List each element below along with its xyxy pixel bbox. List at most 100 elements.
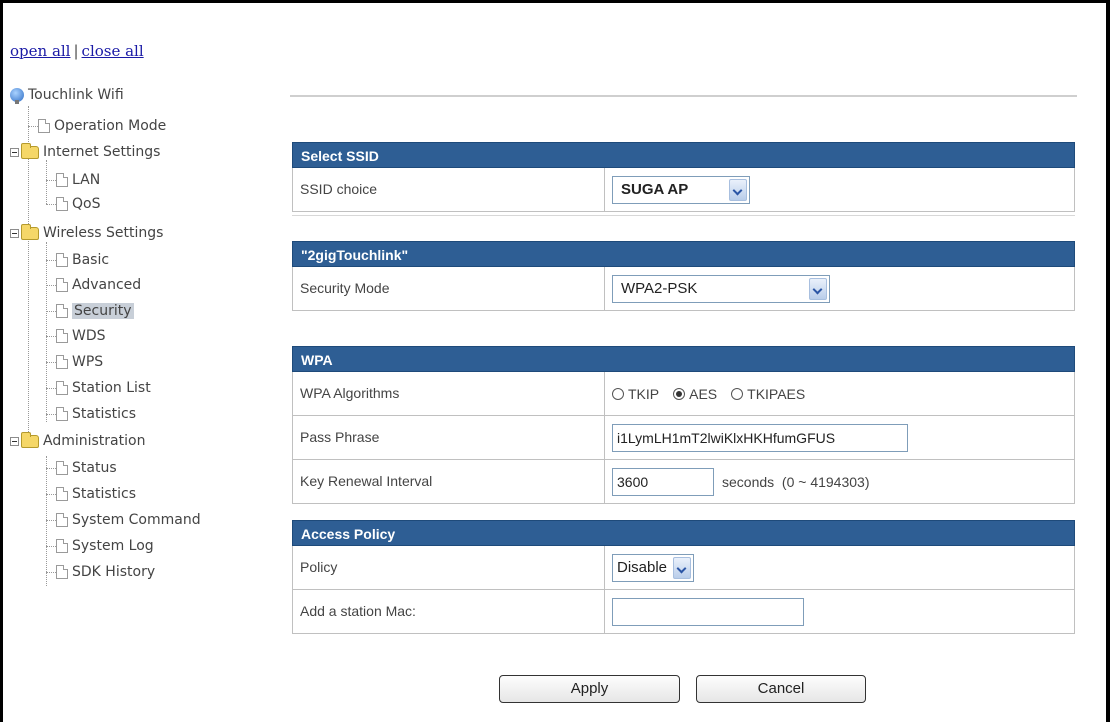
tree-item-system-log[interactable]: System Log (56, 537, 154, 555)
chevron-down-icon[interactable] (729, 178, 747, 201)
key-renewal-hint: seconds (0 ~ 4194303) (722, 473, 870, 490)
collapse-icon[interactable] (10, 147, 19, 157)
tree-item-admin-statistics[interactable]: Statistics (56, 485, 136, 503)
tree-item-lan[interactable]: LAN (56, 171, 100, 189)
navigation-tree: Touchlink Wifi Operation Mode Internet S… (10, 84, 270, 604)
wpa-algorithms-row: WPA Algorithms TKIP AES TKIPAES (292, 372, 1075, 416)
apply-button[interactable]: Apply (499, 675, 680, 703)
policy-cell: Disable (605, 546, 1074, 589)
divider (292, 215, 1075, 216)
radio-tkipaes[interactable]: TKIPAES (731, 386, 805, 402)
radio-circle-checked[interactable] (673, 387, 686, 400)
security-mode-section: "2gigTouchlink" Security Mode WPA2-PSK (292, 241, 1075, 311)
pass-phrase-row: Pass Phrase i1LymLH1mT2lwiKlxHKHfumGFUS (292, 416, 1075, 460)
close-all-link[interactable]: close all (82, 42, 144, 60)
page-icon (56, 565, 68, 579)
pass-phrase-label: Pass Phrase (293, 416, 605, 459)
chevron-down-icon[interactable] (809, 277, 827, 300)
window-frame-left (0, 0, 3, 722)
folder-open-icon (21, 431, 39, 448)
page-icon (56, 461, 68, 475)
page-icon (56, 355, 68, 369)
tree-item-wireless-statistics[interactable]: Statistics (56, 405, 136, 423)
tree-line (46, 242, 47, 422)
page-icon (38, 119, 50, 133)
policy-select[interactable]: Disable (612, 553, 694, 582)
select-ssid-section: Select SSID SSID choice SUGA AP (292, 142, 1075, 212)
ssid-choice-label: SSID choice (293, 168, 605, 211)
radio-circle[interactable] (612, 387, 624, 400)
radio-circle[interactable] (731, 387, 744, 400)
section-header: "2gigTouchlink" (292, 241, 1075, 267)
key-renewal-input[interactable]: 3600 (612, 467, 714, 496)
tree-item-basic[interactable]: Basic (56, 251, 109, 269)
key-renewal-row: Key Renewal Interval 3600 seconds (0 ~ 4… (292, 460, 1075, 504)
tree-folder-internet-settings[interactable]: Internet Settings (10, 142, 160, 161)
station-mac-input[interactable] (612, 597, 804, 626)
page-icon (56, 407, 68, 421)
network-globe-icon (10, 88, 24, 104)
ssid-choice-row: SSID choice SUGA AP (292, 168, 1075, 212)
open-all-link[interactable]: open all (10, 42, 70, 60)
section-header: Select SSID (292, 142, 1075, 168)
section-header: WPA (292, 346, 1075, 372)
radio-aes[interactable]: AES (673, 386, 717, 402)
page-icon (56, 539, 68, 553)
key-renewal-label: Key Renewal Interval (293, 460, 605, 503)
page-icon (56, 173, 68, 187)
page-icon (56, 329, 68, 343)
ssid-choice-select[interactable]: SUGA AP (612, 175, 750, 204)
window-frame-top (0, 0, 1110, 3)
cancel-button[interactable]: Cancel (696, 675, 866, 703)
page-icon (56, 278, 68, 292)
security-mode-cell: WPA2-PSK (605, 267, 1074, 310)
tree-item-wds[interactable]: WDS (56, 327, 106, 345)
ssid-choice-cell: SUGA AP (605, 168, 1074, 211)
collapse-icon[interactable] (10, 436, 19, 446)
link-separator: | (73, 42, 79, 60)
tree-controls: open all | close all (10, 42, 144, 60)
tree-item-sdk-history[interactable]: SDK History (56, 563, 155, 581)
wpa-algorithms-label: WPA Algorithms (293, 372, 605, 415)
radio-tkip[interactable]: TKIP (612, 386, 659, 402)
tree-item-advanced[interactable]: Advanced (56, 276, 141, 294)
folder-open-icon (21, 223, 39, 240)
policy-label: Policy (293, 546, 605, 589)
tree-item-wps[interactable]: WPS (56, 353, 103, 371)
tree-line (46, 160, 47, 204)
access-policy-section: Access Policy Policy Disable Add a stati… (292, 520, 1075, 634)
tree-item-operation-mode[interactable]: Operation Mode (38, 117, 166, 135)
tree-item-qos[interactable]: QoS (56, 195, 100, 213)
security-mode-select[interactable]: WPA2-PSK (612, 274, 830, 303)
pass-phrase-cell: i1LymLH1mT2lwiKlxHKHfumGFUS (605, 416, 1074, 459)
key-renewal-cell: 3600 seconds (0 ~ 4194303) (605, 460, 1074, 503)
page-icon (56, 304, 68, 318)
security-mode-row: Security Mode WPA2-PSK (292, 267, 1075, 311)
window-frame-right (1106, 0, 1110, 722)
tree-item-system-command[interactable]: System Command (56, 511, 201, 529)
tree-item-status[interactable]: Status (56, 459, 117, 477)
tree-line (46, 456, 47, 586)
page-icon (56, 487, 68, 501)
tree-root[interactable]: Touchlink Wifi (10, 86, 124, 104)
section-header: Access Policy (292, 520, 1075, 546)
policy-row: Policy Disable (292, 546, 1075, 590)
tree-item-station-list[interactable]: Station List (56, 379, 151, 397)
wpa-section: WPA WPA Algorithms TKIP AES TKIPAES Pass… (292, 346, 1075, 504)
pass-phrase-input[interactable]: i1LymLH1mT2lwiKlxHKHfumGFUS (612, 423, 908, 452)
page-icon (56, 253, 68, 267)
tree-folder-administration[interactable]: Administration (10, 431, 145, 450)
wpa-algorithms-cell: TKIP AES TKIPAES (605, 372, 1074, 415)
page-icon (56, 197, 68, 211)
station-mac-row: Add a station Mac: (292, 590, 1075, 634)
page-icon (56, 513, 68, 527)
tree-item-security[interactable]: Security (56, 302, 134, 320)
station-mac-label: Add a station Mac: (293, 590, 605, 633)
security-mode-label: Security Mode (293, 267, 605, 310)
station-mac-cell (605, 590, 1074, 633)
top-divider (290, 95, 1077, 97)
tree-folder-wireless-settings[interactable]: Wireless Settings (10, 223, 163, 242)
page-icon (56, 381, 68, 395)
chevron-down-icon[interactable] (673, 556, 691, 579)
collapse-icon[interactable] (10, 228, 19, 238)
